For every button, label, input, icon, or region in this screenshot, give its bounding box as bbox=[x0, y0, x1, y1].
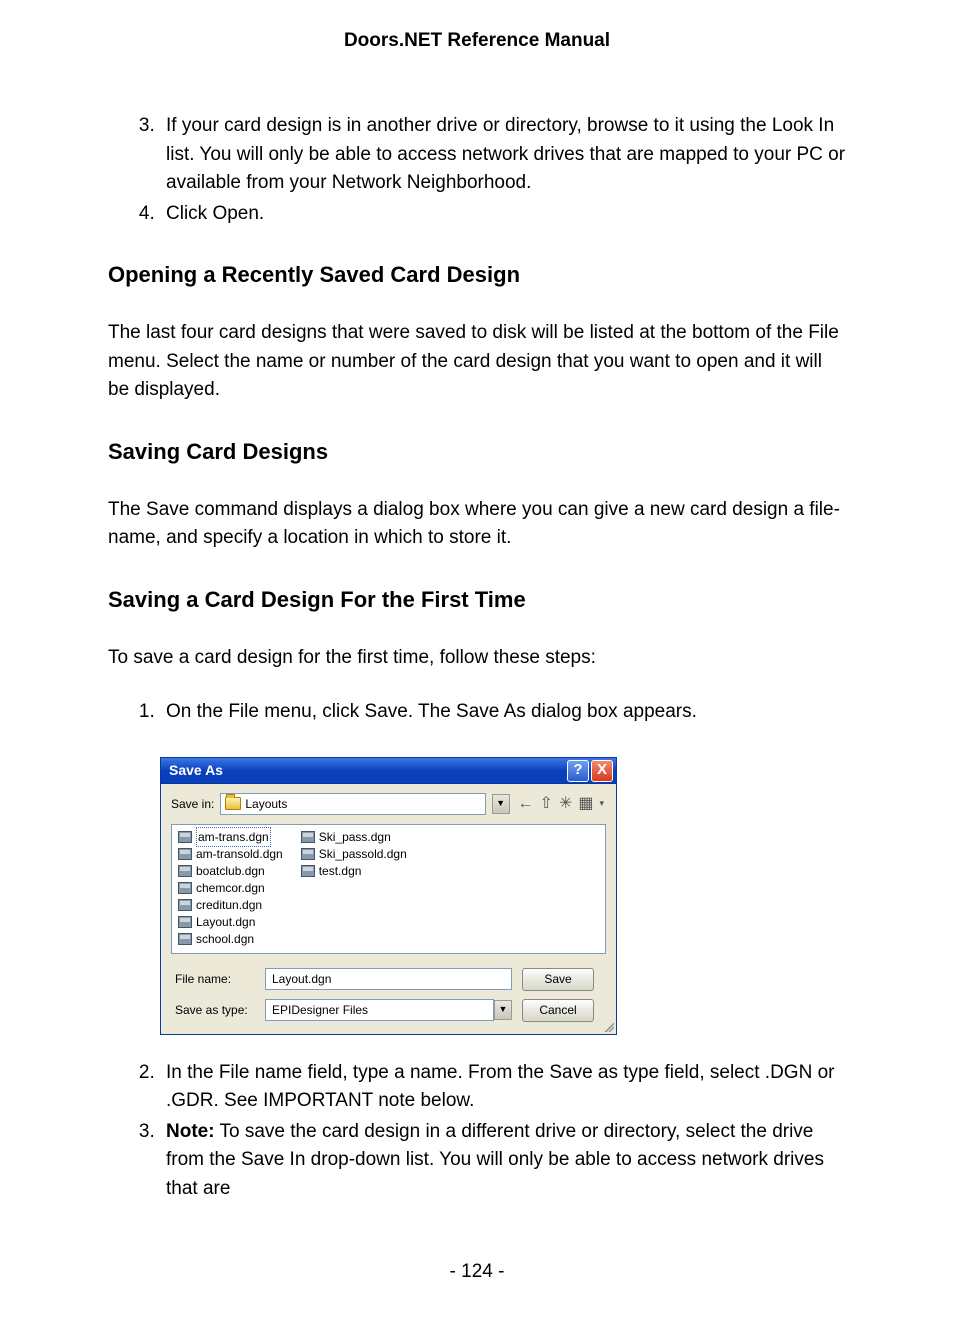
list-item: Click Open. bbox=[160, 200, 846, 229]
note-label: Note: bbox=[166, 1121, 215, 1142]
file-item[interactable]: Layout.dgn bbox=[178, 914, 291, 931]
note-text: To save the card design in a different d… bbox=[166, 1121, 824, 1199]
heading-saving-designs: Saving Card Designs bbox=[108, 435, 846, 468]
file-item[interactable]: Ski_pass.dgn bbox=[301, 829, 415, 846]
file-item[interactable]: am-transold.dgn bbox=[178, 846, 291, 863]
paragraph: To save a card design for the first time… bbox=[108, 644, 846, 673]
instruction-list-1: If your card design is in another drive … bbox=[108, 112, 846, 228]
file-icon bbox=[301, 831, 315, 843]
paragraph: The last four card designs that were sav… bbox=[108, 319, 846, 405]
page-number: - 124 - bbox=[0, 1261, 954, 1283]
instruction-list-2: On the File menu, click Save. The Save A… bbox=[108, 698, 846, 727]
list-item: If your card design is in another drive … bbox=[160, 112, 846, 198]
folder-icon bbox=[225, 797, 241, 810]
file-item[interactable]: am-trans.dgn bbox=[178, 829, 291, 846]
save-in-label: Save in: bbox=[171, 795, 214, 813]
up-one-level-icon[interactable]: ⇧ bbox=[540, 792, 553, 816]
views-icon[interactable]: ▦ bbox=[578, 792, 593, 816]
close-button[interactable]: X bbox=[591, 760, 613, 782]
cancel-button[interactable]: Cancel bbox=[522, 999, 594, 1022]
heading-opening-recent: Opening a Recently Saved Card Design bbox=[108, 258, 846, 291]
new-folder-icon[interactable]: ✳ bbox=[559, 792, 572, 816]
file-item[interactable]: Ski_passold.dgn bbox=[301, 846, 415, 863]
file-icon bbox=[301, 848, 315, 860]
file-icon bbox=[178, 933, 192, 945]
file-item[interactable]: test.dgn bbox=[301, 863, 415, 880]
save-as-type-dropdown-arrow[interactable]: ▼ bbox=[494, 1000, 512, 1020]
views-dropdown-arrow[interactable]: ▾ bbox=[599, 797, 604, 811]
resize-grip-icon[interactable] bbox=[602, 1020, 614, 1032]
save-button[interactable]: Save bbox=[522, 968, 594, 991]
list-item: Note: To save the card design in a diffe… bbox=[160, 1118, 846, 1204]
heading-saving-first-time: Saving a Card Design For the First Time bbox=[108, 583, 846, 616]
back-icon[interactable]: ← bbox=[518, 792, 534, 816]
dialog-title: Save As bbox=[169, 760, 223, 781]
save-as-type-dropdown[interactable]: EPIDesigner Files bbox=[265, 999, 494, 1021]
file-icon bbox=[178, 831, 192, 843]
save-in-value: Layouts bbox=[245, 795, 287, 813]
file-icon bbox=[301, 865, 315, 877]
dialog-titlebar[interactable]: Save As ? X bbox=[161, 758, 616, 784]
list-item: On the File menu, click Save. The Save A… bbox=[160, 698, 846, 727]
save-in-dropdown[interactable]: Layouts bbox=[220, 793, 485, 815]
file-item[interactable]: chemcor.dgn bbox=[178, 880, 291, 897]
list-item: In the File name field, type a name. Fro… bbox=[160, 1059, 846, 1116]
save-as-type-label: Save as type: bbox=[175, 1001, 255, 1019]
file-icon bbox=[178, 848, 192, 860]
file-icon bbox=[178, 882, 192, 894]
filename-label: File name: bbox=[175, 970, 255, 988]
save-as-dialog: Save As ? X Save in: Layouts ▼ ← bbox=[160, 757, 617, 1035]
paragraph: The Save command displays a dialog box w… bbox=[108, 496, 846, 553]
page-header: Doors.NET Reference Manual bbox=[0, 30, 954, 52]
file-list-area[interactable]: am-trans.dgn am-transold.dgn boatclub.dg… bbox=[171, 824, 606, 954]
file-icon bbox=[178, 865, 192, 877]
filename-input[interactable]: Layout.dgn bbox=[265, 968, 512, 990]
file-item[interactable]: boatclub.dgn bbox=[178, 863, 291, 880]
file-item[interactable]: school.dgn bbox=[178, 931, 291, 948]
file-icon bbox=[178, 916, 192, 928]
help-button[interactable]: ? bbox=[567, 760, 589, 782]
file-icon bbox=[178, 899, 192, 911]
save-in-dropdown-arrow[interactable]: ▼ bbox=[492, 794, 510, 814]
file-item[interactable]: creditun.dgn bbox=[178, 897, 291, 914]
instruction-list-2-contd: In the File name field, type a name. Fro… bbox=[108, 1059, 846, 1204]
